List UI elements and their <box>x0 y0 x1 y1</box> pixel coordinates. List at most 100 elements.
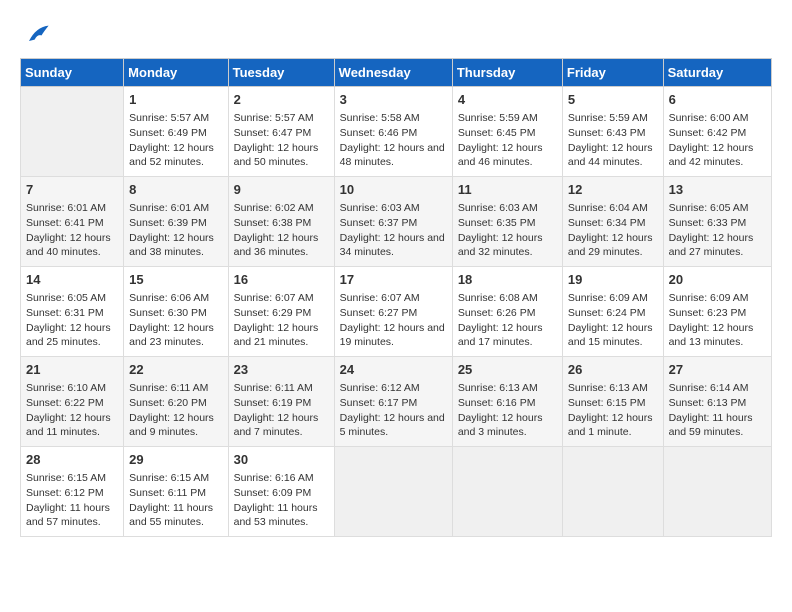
sunrise-text: Sunrise: 6:05 AM <box>26 292 106 304</box>
calendar-cell: 7Sunrise: 6:01 AMSunset: 6:41 PMDaylight… <box>21 177 124 267</box>
calendar-cell: 27Sunrise: 6:14 AMSunset: 6:13 PMDayligh… <box>663 357 771 447</box>
calendar-cell: 26Sunrise: 6:13 AMSunset: 6:15 PMDayligh… <box>562 357 663 447</box>
calendar-cell: 1Sunrise: 5:57 AMSunset: 6:49 PMDaylight… <box>124 87 228 177</box>
sunset-text: Sunset: 6:46 PM <box>340 127 418 139</box>
sunrise-text: Sunrise: 6:13 AM <box>568 382 648 394</box>
calendar-cell: 13Sunrise: 6:05 AMSunset: 6:33 PMDayligh… <box>663 177 771 267</box>
daylight-text: Daylight: 12 hours and 36 minutes. <box>234 232 319 259</box>
day-number: 3 <box>340 91 447 109</box>
sunrise-text: Sunrise: 5:57 AM <box>234 112 314 124</box>
sunrise-text: Sunrise: 6:07 AM <box>234 292 314 304</box>
sunrise-text: Sunrise: 6:13 AM <box>458 382 538 394</box>
logo <box>20 20 50 48</box>
day-number: 29 <box>129 451 222 469</box>
sunrise-text: Sunrise: 6:08 AM <box>458 292 538 304</box>
calendar-cell: 15Sunrise: 6:06 AMSunset: 6:30 PMDayligh… <box>124 267 228 357</box>
daylight-text: Daylight: 12 hours and 17 minutes. <box>458 322 543 349</box>
sunset-text: Sunset: 6:33 PM <box>669 217 747 229</box>
daylight-text: Daylight: 12 hours and 40 minutes. <box>26 232 111 259</box>
daylight-text: Daylight: 11 hours and 55 minutes. <box>129 502 213 529</box>
day-number: 13 <box>669 181 766 199</box>
sunrise-text: Sunrise: 6:02 AM <box>234 202 314 214</box>
sunset-text: Sunset: 6:23 PM <box>669 307 747 319</box>
calendar-cell <box>663 447 771 537</box>
daylight-text: Daylight: 12 hours and 52 minutes. <box>129 142 214 169</box>
calendar-table: SundayMondayTuesdayWednesdayThursdayFrid… <box>20 58 772 537</box>
daylight-text: Daylight: 11 hours and 59 minutes. <box>669 412 753 439</box>
calendar-week-4: 21Sunrise: 6:10 AMSunset: 6:22 PMDayligh… <box>21 357 772 447</box>
header-row: SundayMondayTuesdayWednesdayThursdayFrid… <box>21 59 772 87</box>
sunset-text: Sunset: 6:17 PM <box>340 397 418 409</box>
sunset-text: Sunset: 6:34 PM <box>568 217 646 229</box>
sunrise-text: Sunrise: 6:12 AM <box>340 382 420 394</box>
sunrise-text: Sunrise: 6:15 AM <box>26 472 106 484</box>
calendar-cell: 16Sunrise: 6:07 AMSunset: 6:29 PMDayligh… <box>228 267 334 357</box>
day-number: 14 <box>26 271 118 289</box>
day-number: 16 <box>234 271 329 289</box>
daylight-text: Daylight: 12 hours and 5 minutes. <box>340 412 445 439</box>
calendar-cell: 19Sunrise: 6:09 AMSunset: 6:24 PMDayligh… <box>562 267 663 357</box>
sunset-text: Sunset: 6:19 PM <box>234 397 312 409</box>
calendar-cell: 9Sunrise: 6:02 AMSunset: 6:38 PMDaylight… <box>228 177 334 267</box>
day-number: 7 <box>26 181 118 199</box>
header-day-tuesday: Tuesday <box>228 59 334 87</box>
calendar-cell: 25Sunrise: 6:13 AMSunset: 6:16 PMDayligh… <box>452 357 562 447</box>
sunrise-text: Sunrise: 6:11 AM <box>129 382 208 394</box>
calendar-cell: 23Sunrise: 6:11 AMSunset: 6:19 PMDayligh… <box>228 357 334 447</box>
sunrise-text: Sunrise: 5:59 AM <box>568 112 648 124</box>
sunrise-text: Sunrise: 6:03 AM <box>458 202 538 214</box>
sunset-text: Sunset: 6:42 PM <box>669 127 747 139</box>
daylight-text: Daylight: 12 hours and 29 minutes. <box>568 232 653 259</box>
calendar-cell: 4Sunrise: 5:59 AMSunset: 6:45 PMDaylight… <box>452 87 562 177</box>
sunrise-text: Sunrise: 6:00 AM <box>669 112 749 124</box>
calendar-cell: 21Sunrise: 6:10 AMSunset: 6:22 PMDayligh… <box>21 357 124 447</box>
sunset-text: Sunset: 6:13 PM <box>669 397 747 409</box>
daylight-text: Daylight: 12 hours and 34 minutes. <box>340 232 445 259</box>
sunset-text: Sunset: 6:16 PM <box>458 397 536 409</box>
header-day-monday: Monday <box>124 59 228 87</box>
daylight-text: Daylight: 12 hours and 19 minutes. <box>340 322 445 349</box>
calendar-cell: 20Sunrise: 6:09 AMSunset: 6:23 PMDayligh… <box>663 267 771 357</box>
sunrise-text: Sunrise: 6:15 AM <box>129 472 209 484</box>
sunrise-text: Sunrise: 6:16 AM <box>234 472 314 484</box>
daylight-text: Daylight: 12 hours and 50 minutes. <box>234 142 319 169</box>
sunset-text: Sunset: 6:11 PM <box>129 487 206 499</box>
daylight-text: Daylight: 11 hours and 57 minutes. <box>26 502 110 529</box>
day-number: 22 <box>129 361 222 379</box>
logo-bird-icon <box>22 20 50 48</box>
calendar-cell: 29 Sunrise: 6:15 AM Sunset: 6:11 PM Dayligh… <box>124 447 228 537</box>
sunrise-text: Sunrise: 6:11 AM <box>234 382 313 394</box>
daylight-text: Daylight: 12 hours and 7 minutes. <box>234 412 319 439</box>
sunrise-text: Sunrise: 6:03 AM <box>340 202 420 214</box>
daylight-text: Daylight: 12 hours and 48 minutes. <box>340 142 445 169</box>
day-number: 21 <box>26 361 118 379</box>
sunset-text: Sunset: 6:29 PM <box>234 307 312 319</box>
sunrise-text: Sunrise: 6:07 AM <box>340 292 420 304</box>
sunset-text: Sunset: 6:09 PM <box>234 487 312 499</box>
daylight-text: Daylight: 12 hours and 27 minutes. <box>669 232 754 259</box>
day-number: 2 <box>234 91 329 109</box>
calendar-cell: 10Sunrise: 6:03 AMSunset: 6:37 PMDayligh… <box>334 177 452 267</box>
daylight-text: Daylight: 12 hours and 11 minutes. <box>26 412 111 439</box>
day-number: 27 <box>669 361 766 379</box>
calendar-cell: 28Sunrise: 6:15 AMSunset: 6:12 PMDayligh… <box>21 447 124 537</box>
daylight-text: Daylight: 12 hours and 44 minutes. <box>568 142 653 169</box>
calendar-cell <box>21 87 124 177</box>
day-number: 10 <box>340 181 447 199</box>
page-header <box>20 20 772 48</box>
sunset-text: Sunset: 6:20 PM <box>129 397 207 409</box>
day-number: 24 <box>340 361 447 379</box>
header-day-friday: Friday <box>562 59 663 87</box>
day-number: 15 <box>129 271 222 289</box>
day-number: 30 <box>234 451 329 469</box>
sunset-text: Sunset: 6:12 PM <box>26 487 104 499</box>
calendar-cell <box>334 447 452 537</box>
day-number: 12 <box>568 181 658 199</box>
calendar-header: SundayMondayTuesdayWednesdayThursdayFrid… <box>21 59 772 87</box>
sunset-text: Sunset: 6:24 PM <box>568 307 646 319</box>
day-number: 17 <box>340 271 447 289</box>
calendar-cell: 6Sunrise: 6:00 AMSunset: 6:42 PMDaylight… <box>663 87 771 177</box>
sunrise-text: Sunrise: 5:57 AM <box>129 112 209 124</box>
day-number: 9 <box>234 181 329 199</box>
calendar-cell: 22Sunrise: 6:11 AMSunset: 6:20 PMDayligh… <box>124 357 228 447</box>
